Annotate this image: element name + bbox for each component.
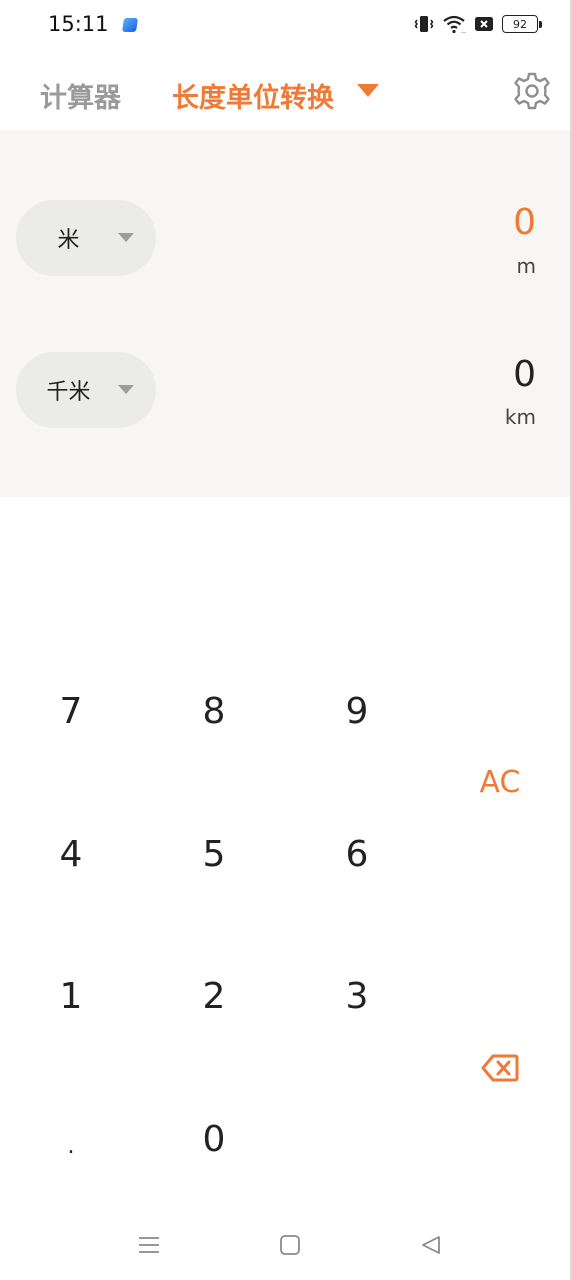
svg-text:…: … [461,28,466,34]
key-7[interactable]: 7 [16,656,126,766]
converter-panel: 米 0 m 千米 0 km [0,130,572,497]
key-9[interactable]: 9 [302,656,412,766]
chevron-down-icon [118,233,134,242]
wifi-icon: … [443,15,466,34]
key-5[interactable]: 5 [159,799,269,909]
from-unit-symbol: m [516,254,536,278]
to-unit-selector[interactable]: 千米 [16,352,156,428]
vibrate-icon [414,16,434,32]
from-value[interactable]: 0 [513,202,536,243]
to-unit-symbol: km [504,405,536,429]
home-button[interactable] [275,1230,305,1260]
key-1[interactable]: 1 [16,941,126,1051]
battery-icon: 92 [502,15,542,33]
app-header: 计算器 长度单位转换 [0,62,572,122]
home-icon [280,1235,300,1255]
navigation-bar [0,1210,572,1280]
chevron-down-icon[interactable] [357,84,379,97]
key-decimal[interactable]: . [16,1084,126,1194]
from-unit-name: 米 [57,228,80,253]
key-8[interactable]: 8 [159,656,269,766]
backspace-icon [481,1054,519,1082]
app-notification-icon [122,18,138,32]
menu-icon [139,1237,159,1253]
gear-icon[interactable] [512,71,552,111]
to-unit-name: 千米 [46,380,91,405]
tab-length-converter[interactable]: 长度单位转换 [172,76,334,115]
status-bar: 15:11 … 92 [0,0,572,50]
key-4[interactable]: 4 [16,799,126,909]
to-value[interactable]: 0 [513,354,536,395]
clear-button[interactable]: AC [460,740,540,824]
status-time: 15:11 [48,12,109,36]
key-0[interactable]: 0 [159,1084,269,1194]
battery-level: 92 [513,17,527,31]
key-2[interactable]: 2 [159,941,269,1051]
key-3[interactable]: 3 [302,941,412,1051]
back-button[interactable] [416,1230,446,1260]
menu-button[interactable] [134,1230,164,1260]
tab-calculator[interactable]: 计算器 [40,76,121,115]
backspace-button[interactable] [460,1028,540,1108]
from-unit-selector[interactable]: 米 [16,200,156,276]
chevron-down-icon [118,385,134,394]
sim-blocked-icon [475,17,493,31]
back-icon [422,1236,440,1254]
status-icons: … 92 [414,14,542,34]
key-6[interactable]: 6 [302,799,412,909]
